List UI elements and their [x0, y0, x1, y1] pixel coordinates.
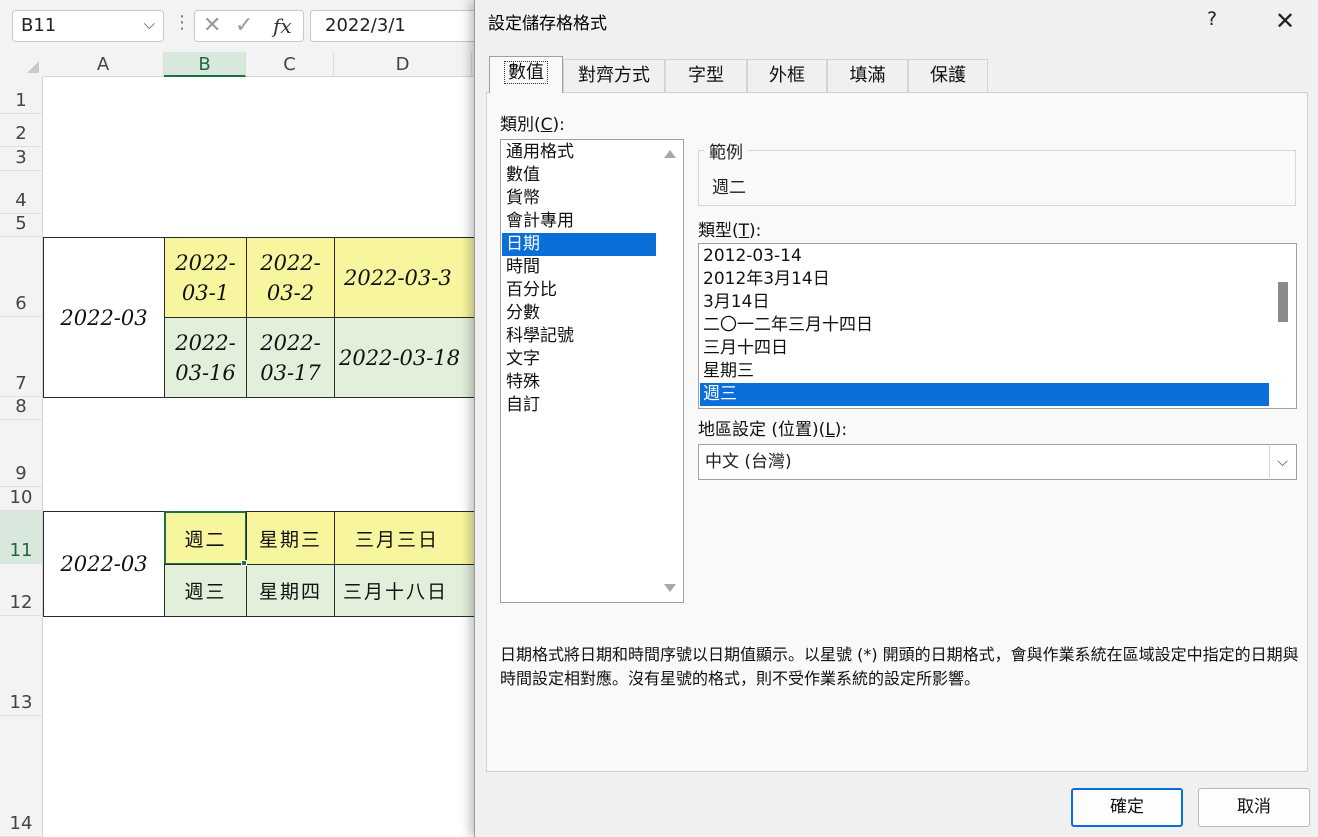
- scroll-thumb[interactable]: [1278, 282, 1288, 322]
- category-label: 類別(C):: [500, 115, 565, 135]
- row-header-4[interactable]: 4: [0, 171, 43, 214]
- name-box-value: B11: [21, 15, 57, 36]
- name-box[interactable]: B11 ⌵: [12, 10, 164, 42]
- fill-handle[interactable]: [241, 560, 247, 566]
- locale-select[interactable]: 中文 (台灣) ⌵: [698, 444, 1297, 480]
- tab-fill[interactable]: 填滿: [827, 59, 908, 93]
- row-header-1[interactable]: 1: [0, 77, 43, 114]
- cell-b11[interactable]: 週二: [164, 511, 247, 565]
- type-item[interactable]: 3月14日: [700, 291, 1270, 314]
- type-scrollbar[interactable]: [1269, 244, 1296, 408]
- column-header-a[interactable]: A: [43, 52, 164, 77]
- column-header-d[interactable]: D: [334, 52, 472, 77]
- type-list[interactable]: 2012-03-14 2012年3月14日 3月14日 二〇一二年三月十四日 三…: [698, 243, 1297, 409]
- column-header-b[interactable]: B: [164, 52, 246, 77]
- confirm-check-icon[interactable]: ✓: [235, 13, 253, 38]
- type-item[interactable]: 二〇一二年三月十四日: [700, 314, 1270, 337]
- category-percentage[interactable]: 百分比: [502, 279, 657, 302]
- cell-d6[interactable]: 2022-03-3: [334, 237, 484, 318]
- number-tab-panel: 類別(C): 通用格式 數值 貨幣 會計專用 日期 時間 百分比 分數 科學記號…: [486, 92, 1308, 772]
- category-number[interactable]: 數值: [502, 164, 657, 187]
- cell-d7[interactable]: 2022-03-18: [334, 317, 484, 398]
- insert-function-icon[interactable]: fx: [273, 14, 292, 38]
- type-item[interactable]: 2012年3月14日: [700, 268, 1270, 291]
- cell-b6[interactable]: 2022- 03-1: [164, 237, 247, 318]
- category-time[interactable]: 時間: [502, 256, 657, 279]
- close-icon[interactable]: ✕: [1275, 7, 1295, 35]
- dialog-title: 設定儲存格格式: [488, 14, 607, 34]
- row-header-10[interactable]: 10: [0, 487, 43, 511]
- cancel-button[interactable]: 取消: [1198, 788, 1310, 827]
- sample-group: [698, 150, 1296, 206]
- row-header-12[interactable]: 12: [0, 564, 43, 616]
- row-header-5[interactable]: 5: [0, 213, 43, 237]
- category-list[interactable]: 通用格式 數值 貨幣 會計專用 日期 時間 百分比 分數 科學記號 文字 特殊 …: [500, 139, 684, 603]
- tab-protection[interactable]: 保護: [908, 59, 988, 93]
- row-header-2[interactable]: 2: [0, 114, 43, 147]
- format-description: 日期格式將日期和時間序號以日期值顯示。以星號 (*) 開頭的日期格式，會與作業系…: [500, 645, 1299, 688]
- category-custom[interactable]: 自訂: [502, 394, 657, 417]
- sample-label: 範例: [704, 138, 748, 163]
- row-header-3[interactable]: 3: [0, 147, 43, 171]
- row-header-7[interactable]: 7: [0, 317, 43, 397]
- row-header-11[interactable]: 11: [0, 511, 43, 564]
- sample-value: 週二: [712, 178, 746, 198]
- category-general[interactable]: 通用格式: [502, 141, 657, 164]
- formula-input[interactable]: 2022/3/1: [310, 10, 480, 42]
- formula-buttons: ✕ ✓ fx: [194, 10, 304, 42]
- type-item[interactable]: 星期三: [700, 360, 1270, 383]
- category-fraction[interactable]: 分數: [502, 302, 657, 325]
- more-icon: ⋮: [173, 12, 191, 33]
- category-currency[interactable]: 貨幣: [502, 187, 657, 210]
- category-special[interactable]: 特殊: [502, 371, 657, 394]
- category-text[interactable]: 文字: [502, 348, 657, 371]
- category-accounting[interactable]: 會計專用: [502, 210, 657, 233]
- tab-alignment[interactable]: 對齊方式: [563, 59, 665, 93]
- cell-a11[interactable]: 2022-03: [43, 511, 165, 617]
- cell-d12[interactable]: 三月十八日: [334, 564, 484, 617]
- select-all-corner[interactable]: [0, 52, 43, 77]
- tab-font[interactable]: 字型: [665, 59, 747, 93]
- scroll-down-icon[interactable]: [664, 584, 676, 592]
- cell-b12[interactable]: 週三: [164, 564, 247, 617]
- chevron-down-icon[interactable]: ⌵: [144, 15, 155, 33]
- type-item-selected[interactable]: 週三: [700, 383, 1270, 406]
- chevron-down-icon[interactable]: ⌵: [1269, 446, 1295, 478]
- category-date[interactable]: 日期: [502, 233, 657, 256]
- format-cells-dialog: 設定儲存格格式 ? ✕ 數值 對齊方式 字型 外框 填滿 保護 類別(C): 通…: [474, 0, 1318, 837]
- cell-d11[interactable]: 三月三日: [334, 511, 484, 565]
- row-header-6[interactable]: 6: [0, 237, 43, 317]
- cell-b7[interactable]: 2022- 03-16: [164, 317, 247, 398]
- help-icon[interactable]: ?: [1207, 8, 1217, 30]
- cell-c7[interactable]: 2022- 03-17: [246, 317, 335, 398]
- cell-a6[interactable]: 2022-03: [43, 237, 165, 398]
- type-item[interactable]: 2012-03-14: [700, 245, 1270, 268]
- locale-value: 中文 (台灣): [705, 452, 792, 472]
- locale-label: 地區設定 (位置)(L):: [698, 420, 848, 440]
- row-header-8[interactable]: 8: [0, 396, 43, 420]
- row-header-9[interactable]: 9: [0, 420, 43, 487]
- type-label: 類型(T):: [698, 221, 762, 241]
- cancel-x-icon[interactable]: ✕: [203, 13, 221, 38]
- cell-c11[interactable]: 星期三: [246, 511, 335, 565]
- category-scientific[interactable]: 科學記號: [502, 325, 657, 348]
- cell-c6[interactable]: 2022- 03-2: [246, 237, 335, 318]
- tab-border[interactable]: 外框: [747, 59, 827, 93]
- column-header-c[interactable]: C: [246, 52, 334, 77]
- type-item[interactable]: 三月十四日: [700, 337, 1270, 360]
- ok-button[interactable]: 確定: [1071, 788, 1183, 827]
- scroll-up-icon[interactable]: [664, 150, 676, 158]
- category-scrollbar[interactable]: [656, 140, 683, 602]
- cell-c12[interactable]: 星期四: [246, 564, 335, 617]
- row-header-14[interactable]: 14: [0, 716, 43, 837]
- tab-number[interactable]: 數值: [489, 56, 563, 93]
- row-header-13[interactable]: 13: [0, 616, 43, 716]
